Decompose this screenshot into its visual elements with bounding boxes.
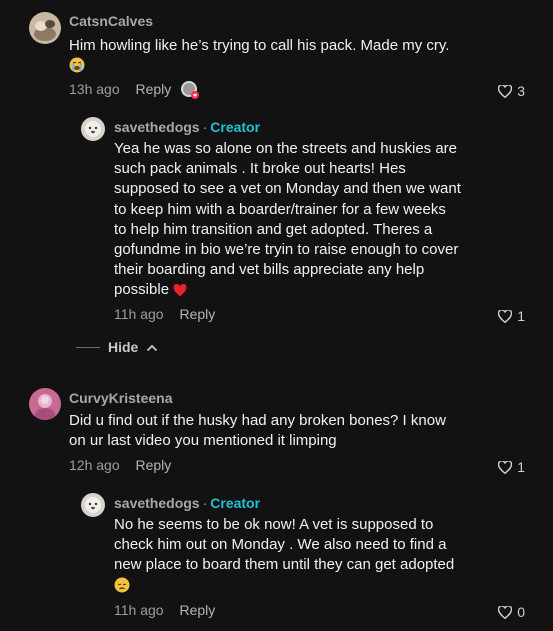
heart-outline-icon[interactable] [498,84,513,98]
comment-text: No he seems to be ok now! A vet is suppo… [114,515,494,599]
separator: · [202,119,208,135]
avatar[interactable] [29,388,61,420]
comment-text-line: on ur last video you mentioned it limpin… [69,432,337,450]
reply-button[interactable]: Reply [179,602,215,618]
heart-outline-icon[interactable] [498,460,513,474]
username: savethedogs · Creator [114,495,260,511]
username[interactable]: CatsnCalves [69,13,153,29]
comment-meta: 12h ago Reply [69,457,171,473]
timestamp: 13h ago [69,81,120,97]
like-button[interactable]: 1 [498,459,525,475]
username-text[interactable]: savethedogs [114,495,200,511]
comment-meta: 11h ago Reply [114,602,215,618]
comment-text-line: new place to board them until they can g… [114,556,455,574]
creator-liked-icon [180,80,200,100]
hide-label[interactable]: Hide [108,339,138,355]
creator-badge: Creator [210,119,261,135]
comment-text: Him howling like he’s trying to call his… [69,36,509,79]
comment-text-line: their boarding and vet bills appreciate … [114,261,425,279]
hide-replies-button[interactable]: Hide [76,339,158,355]
timestamp: 12h ago [69,457,120,473]
disappointed-face-icon [114,577,130,599]
like-button[interactable]: 1 [498,308,525,324]
comment-text-line: Did u find out if the husky had any brok… [69,412,446,429]
like-count: 1 [517,308,525,324]
heart-outline-icon[interactable] [498,605,513,619]
timestamp: 11h ago [114,306,164,322]
comment-text-line: supposed to see a vet on Monday and then… [114,180,461,198]
divider [76,346,100,348]
separator: · [202,495,208,511]
reply-button[interactable]: Reply [136,457,172,473]
comment-text-line: No he seems to be ok now! A vet is suppo… [114,516,434,533]
username[interactable]: CurvyKristeena [69,390,173,406]
avatar[interactable] [81,117,105,141]
comment-text-line: Him howling like he’s trying to call his… [69,37,450,54]
comment-text-line: such pack animals . It broke out hearts!… [114,160,406,178]
chevron-up-icon[interactable] [146,339,158,355]
avatar[interactable] [29,12,61,44]
comment-text-line: Yea he was so alone on the streets and h… [114,140,458,157]
like-count: 3 [517,83,525,99]
reply-button[interactable]: Reply [179,306,215,322]
heart-outline-icon[interactable] [498,309,513,323]
like-button[interactable]: 3 [498,83,525,99]
comment-text-line: check him out on Monday . We also need t… [114,536,447,554]
like-count: 1 [517,459,525,475]
comment-meta: 11h ago Reply [114,306,215,322]
username: savethedogs · Creator [114,119,260,135]
crying-face-icon [69,57,85,79]
comment-meta: 13h ago Reply [69,81,171,97]
comment-text: Did u find out if the husky had any brok… [69,411,509,451]
like-count: 0 [517,604,525,620]
avatar[interactable] [81,493,105,517]
comment-text-line: gofundme in bio we’re tryin to raise eno… [114,241,459,259]
timestamp: 11h ago [114,602,164,618]
creator-badge: Creator [210,495,261,511]
username-text[interactable]: savethedogs [114,119,200,135]
reply-button[interactable]: Reply [136,81,172,97]
comment-text: Yea he was so alone on the streets and h… [114,139,494,304]
comment-text-line: to help him transition and get adopted. … [114,220,433,238]
red-heart-icon [173,283,187,303]
comment-text-line: to keep him with a boarder/trainer for a… [114,200,446,218]
like-button[interactable]: 0 [498,604,525,620]
comment-text-line: possible [114,281,170,299]
